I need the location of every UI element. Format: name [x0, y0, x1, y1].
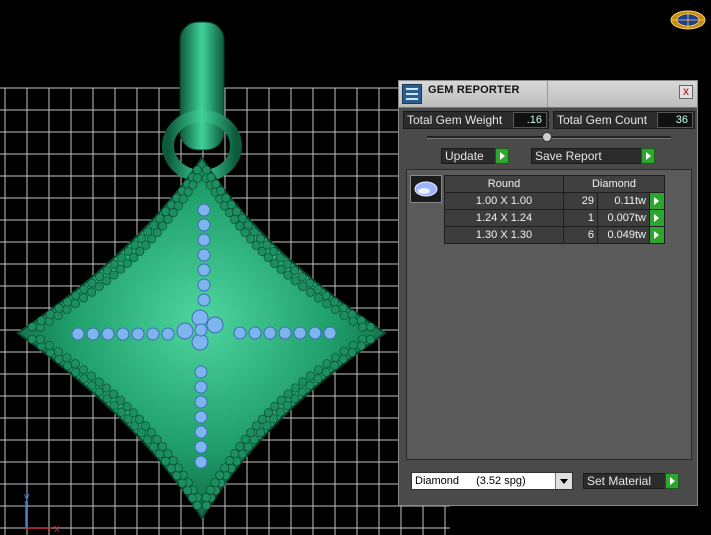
panel-titlebar[interactable]: GEM REPORTER x [399, 81, 697, 108]
gem-count: 6 [563, 226, 598, 244]
oval-gem-icon[interactable] [410, 175, 442, 203]
save-report-button-label: Save Report [535, 149, 602, 163]
column-header-material: Diamond [563, 175, 665, 193]
go-arrow-icon [641, 148, 655, 164]
globe-logo-icon [670, 10, 706, 30]
gem-size: 1.00 X 1.00 [444, 192, 564, 210]
gem-weight: 0.007tw [597, 209, 650, 227]
save-report-button[interactable]: Save Report [531, 148, 655, 164]
gem-weight: 0.049tw [597, 226, 650, 244]
slider-knob[interactable] [542, 132, 552, 142]
chevron-down-icon[interactable] [555, 473, 572, 489]
axis-x-label: x [54, 523, 60, 535]
panel-title: GEM REPORTER [428, 84, 520, 96]
go-arrow-icon[interactable] [649, 226, 665, 244]
material-spg: (3.52 spg) [476, 475, 526, 487]
gem-table: Round Diamond 1.00 X 1.00 29 0.11tw 1.24… [444, 175, 665, 244]
pendant-gems [71, 203, 337, 469]
set-material-button[interactable]: Set Material [583, 473, 679, 489]
gem-weight: 0.11tw [597, 192, 650, 210]
close-icon[interactable]: x [679, 85, 693, 99]
gem-count: 1 [563, 209, 598, 227]
go-arrow-icon [495, 148, 509, 164]
axis-indicator: y x [24, 491, 60, 535]
gem-size: 1.30 X 1.30 [444, 226, 564, 244]
report-icon [402, 84, 422, 104]
column-header-shape: Round [444, 175, 564, 193]
gem-reporter-panel: GEM REPORTER x Total Gem Weight .16 Tota… [398, 80, 698, 506]
go-arrow-icon[interactable] [649, 209, 665, 227]
material-select[interactable]: Diamond (3.52 spg) [411, 472, 573, 490]
update-button-label: Update [445, 149, 484, 163]
gem-size: 1.24 X 1.24 [444, 209, 564, 227]
pendant-bail [162, 21, 242, 182]
axis-y-label: y [24, 491, 30, 503]
table-row[interactable]: 1.00 X 1.00 29 0.11tw [444, 192, 665, 210]
gem-count: 29 [563, 192, 598, 210]
update-button[interactable]: Update [441, 148, 509, 164]
total-gem-weight-value: .16 [513, 112, 547, 128]
go-arrow-icon [665, 473, 679, 489]
go-arrow-icon[interactable] [649, 192, 665, 210]
titlebar-divider [547, 81, 548, 107]
material-name: Diamond [415, 475, 460, 487]
table-row[interactable]: 1.24 X 1.24 1 0.007tw [444, 209, 665, 227]
set-material-button-label: Set Material [587, 474, 652, 488]
total-gem-count-value: 36 [657, 112, 693, 128]
table-row[interactable]: 1.30 X 1.30 6 0.049tw [444, 226, 665, 244]
gem-report-area: Round Diamond 1.00 X 1.00 29 0.11tw 1.24… [406, 169, 692, 460]
